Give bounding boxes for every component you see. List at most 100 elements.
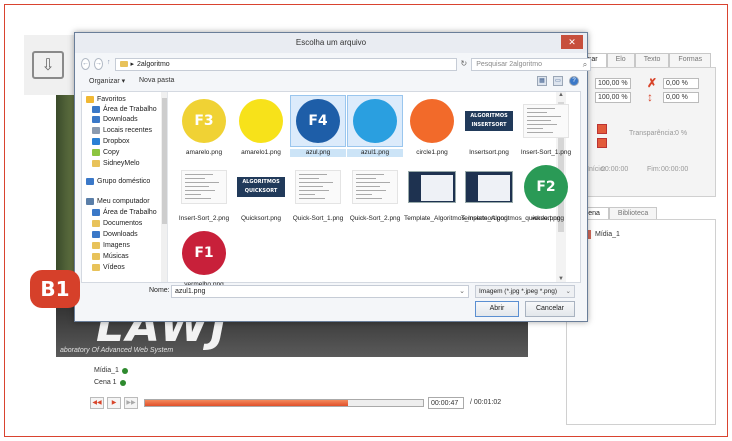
- nav-item[interactable]: Músicas: [92, 253, 129, 260]
- align-bottom-icon[interactable]: [597, 138, 607, 148]
- nav-item-label: Downloads: [103, 116, 138, 123]
- scale-y-field[interactable]: 100,00 %: [595, 92, 631, 103]
- chevron-down-icon[interactable]: ⌄: [459, 286, 465, 297]
- align-top-icon[interactable]: [597, 124, 607, 134]
- file-type-select[interactable]: Imagem (*.jpg *.jpeg *.png) ⌄: [475, 285, 575, 298]
- play-button[interactable]: ▶: [107, 397, 121, 409]
- nav-item[interactable]: Área de Trabalho: [92, 209, 157, 216]
- nav-item[interactable]: Copy: [92, 149, 119, 156]
- forward-nav-button[interactable]: →: [94, 58, 103, 70]
- transparency-value[interactable]: 0 %: [675, 130, 687, 137]
- file-item[interactable]: ALGORITMOS INSERTSORT Insertsort.png: [461, 96, 517, 157]
- view-mode-icon[interactable]: ▦: [537, 76, 547, 86]
- code-screenshot-image: [352, 170, 398, 204]
- track-media-label: Mídia_1: [94, 367, 119, 374]
- file-item[interactable]: azul1.png: [347, 95, 403, 157]
- dropbox-icon: [92, 138, 100, 145]
- nav-item[interactable]: Dropbox: [92, 138, 129, 145]
- nav-item[interactable]: Locais recentes: [92, 127, 152, 134]
- close-button[interactable]: ✕: [561, 35, 583, 49]
- back-button[interactable]: ←: [81, 58, 90, 70]
- address-bar[interactable]: ▸ 2algoritmo: [114, 57, 457, 71]
- file-item[interactable]: F3 amarelo.png: [176, 96, 232, 157]
- code-line: [299, 174, 327, 175]
- nav-item[interactable]: Grupo doméstico: [86, 178, 150, 185]
- forward-button[interactable]: ▶▶: [124, 397, 138, 409]
- rewind-button[interactable]: ◀◀: [90, 397, 104, 409]
- file-item[interactable]: F2 verde.png: [518, 162, 574, 223]
- nav-item[interactable]: Meu computador: [86, 198, 150, 205]
- banner-image: ALGORITMOS INSERTSORT: [465, 111, 513, 131]
- code-line: [356, 194, 372, 195]
- file-item[interactable]: Quick-Sort_2.png: [347, 162, 403, 223]
- nav-item[interactable]: SidneyMelo: [92, 160, 140, 167]
- nav-item[interactable]: Favoritos: [86, 96, 126, 103]
- current-time[interactable]: 00:00:47: [428, 397, 464, 409]
- cancel-button[interactable]: Cancelar: [525, 301, 575, 317]
- nav-item[interactable]: Downloads: [92, 231, 138, 238]
- file-name: Insert-Sort_1.png: [520, 149, 572, 156]
- folder-icon: [119, 61, 128, 67]
- tab-library[interactable]: Biblioteca: [608, 207, 658, 219]
- help-icon[interactable]: ?: [569, 76, 579, 86]
- file-item[interactable]: Template_Algoritmos_insertsort.png: [404, 162, 508, 223]
- rotate-x-field[interactable]: 0,00 %: [663, 78, 699, 89]
- tab-texto[interactable]: Texto: [634, 53, 670, 67]
- nav-item[interactable]: Área de Trabalho: [92, 106, 157, 113]
- transparency-label: Transparência:: [629, 130, 676, 137]
- search-input[interactable]: Pesquisar 2algoritmo ⌕: [471, 57, 592, 71]
- file-item[interactable]: Insert-Sort_1.png: [518, 96, 574, 157]
- scale-x-field[interactable]: 100,00 %: [595, 78, 631, 89]
- nav-item[interactable]: Imagens: [92, 242, 130, 249]
- nav-item[interactable]: Downloads: [92, 116, 138, 123]
- nav-scrollbar[interactable]: [161, 92, 167, 282]
- file-item[interactable]: F1vermelho.png: [176, 228, 232, 289]
- filename-value: azul1.png: [175, 288, 206, 295]
- up-folder-button[interactable]: ↑: [107, 58, 111, 70]
- copy-icon: [92, 149, 100, 156]
- computer-icon: [86, 198, 94, 205]
- nav-item[interactable]: Documentos: [92, 220, 142, 227]
- file-item[interactable]: Template_Algoritmos_quicksort.png: [461, 162, 564, 223]
- filename-input[interactable]: azul1.png ⌄: [171, 285, 469, 298]
- code-line: [356, 174, 384, 175]
- file-item[interactable]: circle1.png: [404, 96, 460, 157]
- chevron-down-icon[interactable]: ⌄: [566, 286, 571, 297]
- file-item[interactable]: F4 azul.png: [290, 95, 346, 157]
- refresh-icon[interactable]: ↻: [461, 58, 468, 70]
- file-thumbnail: [462, 162, 516, 212]
- organize-menu[interactable]: Organizar ▾: [89, 77, 125, 85]
- path-segment[interactable]: 2algoritmo: [137, 59, 170, 70]
- open-button[interactable]: Abrir: [475, 301, 519, 317]
- start-value[interactable]: 00:00:00: [601, 166, 628, 173]
- playback-progress-bar[interactable]: [144, 399, 424, 407]
- file-item[interactable]: Quick-Sort_1.png: [290, 162, 346, 223]
- code-line: [527, 124, 557, 125]
- track-pin-icon: [119, 379, 126, 386]
- import-media-icon[interactable]: ⇩: [32, 51, 64, 79]
- scroll-down-icon[interactable]: ▼: [556, 276, 566, 282]
- nav-scrollbar-thumb[interactable]: [162, 98, 167, 224]
- nav-item[interactable]: Vídeos: [92, 264, 125, 271]
- end-value[interactable]: 00:00:00: [661, 166, 688, 173]
- code-line: [185, 186, 209, 187]
- preview-pane-icon[interactable]: ▭: [553, 76, 563, 86]
- file-open-dialog: Escolha um arquivo ✕ ← → ↑ ▸ 2algoritmo …: [74, 32, 592, 322]
- search-placeholder: Pesquisar 2algoritmo: [476, 60, 542, 68]
- track-media[interactable]: Mídia_1: [94, 367, 128, 374]
- file-item[interactable]: ALGORITMOS QUICKSORT Quicksort.png: [233, 162, 289, 223]
- rotate-y-field[interactable]: 0,00 %: [663, 92, 699, 103]
- new-folder-button[interactable]: Nova pasta: [139, 77, 174, 84]
- file-name: Insert-Sort_2.png: [178, 215, 230, 222]
- file-item[interactable]: Insert-Sort_2.png: [176, 162, 232, 223]
- template-image: [465, 171, 513, 203]
- tab-elo[interactable]: Elo: [606, 53, 635, 67]
- step-badge: B1: [30, 270, 80, 308]
- dialog-body: Favoritos Área de Trabalho Downloads Locais…: [81, 91, 581, 288]
- circle-image: [410, 99, 454, 143]
- tab-formas[interactable]: Formas: [669, 53, 712, 67]
- code-line: [185, 182, 219, 183]
- track-scene[interactable]: Cena 1: [94, 379, 126, 386]
- file-thumbnail: [519, 96, 573, 146]
- file-item[interactable]: amarelo1.png: [233, 96, 289, 157]
